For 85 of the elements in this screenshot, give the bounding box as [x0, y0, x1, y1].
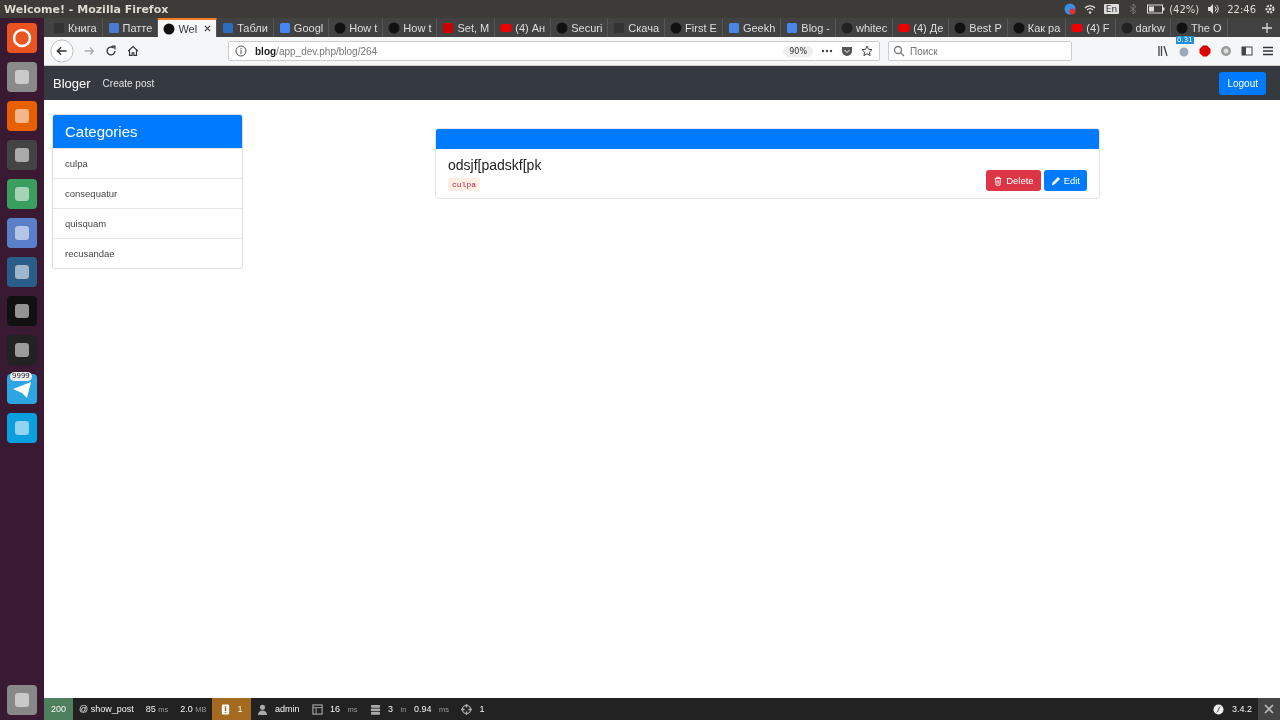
- close-icon[interactable]: [1258, 698, 1280, 720]
- home-button[interactable]: [126, 44, 140, 58]
- info-icon[interactable]: [235, 45, 247, 57]
- address-bar[interactable]: blog/app_dev.php/blog/264 90%: [228, 41, 880, 61]
- favicon-icon: [442, 21, 455, 34]
- delete-button[interactable]: Delete: [986, 170, 1041, 191]
- app-icon[interactable]: [6, 139, 38, 171]
- app-icon[interactable]: [6, 22, 38, 54]
- favicon-icon: [388, 21, 401, 34]
- keyboard-layout-indicator[interactable]: En: [1103, 4, 1120, 14]
- menu-icon[interactable]: [1262, 45, 1274, 57]
- favicon-icon: [556, 21, 569, 34]
- warnings-panel[interactable]: 1: [212, 698, 251, 720]
- close-tab-icon[interactable]: [204, 25, 212, 32]
- app-icon[interactable]: [6, 61, 38, 93]
- category-item[interactable]: quisquam: [53, 208, 242, 238]
- favicon-icon: [954, 21, 967, 34]
- volume-icon[interactable]: [1207, 3, 1220, 15]
- favicon-icon: [163, 22, 176, 35]
- favicon-icon: [334, 21, 347, 34]
- zoom-level[interactable]: 90%: [783, 45, 813, 57]
- battery-percentage: (42%): [1169, 3, 1200, 15]
- database-icon: [369, 703, 381, 715]
- favicon-icon: [727, 21, 740, 34]
- window-title: Welcome! - Mozilla Firefox: [4, 2, 169, 16]
- pocket-icon[interactable]: [841, 45, 853, 57]
- back-button[interactable]: [50, 39, 74, 63]
- paper-plane-icon[interactable]: [6, 373, 38, 405]
- favicon-icon: [670, 21, 683, 34]
- status-code[interactable]: 200: [44, 698, 74, 720]
- extension-icon[interactable]: [1220, 45, 1232, 57]
- search-field[interactable]: Поиск: [888, 41, 1072, 61]
- brand-link[interactable]: Bloger: [53, 75, 91, 91]
- app-icon[interactable]: [6, 684, 38, 716]
- battery-icon[interactable]: [1147, 4, 1166, 14]
- logout-button[interactable]: Logout: [1219, 71, 1266, 95]
- layout-icon: [311, 703, 323, 715]
- browser-tab[interactable]: Wel: [158, 18, 218, 37]
- wifi-icon[interactable]: [1083, 3, 1096, 15]
- user-icon: [256, 703, 268, 715]
- logo-icon: [1213, 703, 1225, 715]
- user-panel[interactable]: admin: [250, 698, 306, 720]
- favicon-icon: [1120, 21, 1133, 34]
- bookmark-star-icon[interactable]: [861, 45, 873, 57]
- favicon-icon: [1175, 21, 1188, 34]
- settings-icon[interactable]: [1264, 3, 1276, 15]
- card-title: Categories: [65, 123, 138, 140]
- library-icon[interactable]: [1157, 45, 1169, 57]
- app-icon[interactable]: [6, 334, 38, 366]
- app-icon[interactable]: [6, 295, 38, 327]
- app-icon[interactable]: [6, 412, 38, 444]
- warning-icon: [220, 703, 232, 715]
- route-name[interactable]: @ show_post: [73, 698, 140, 720]
- reload-button[interactable]: [104, 44, 118, 58]
- symfony-version[interactable]: 3.4.2: [1207, 698, 1258, 720]
- nav-link[interactable]: Create post: [102, 77, 155, 89]
- favicon-icon: [1071, 21, 1084, 34]
- category-item[interactable]: consequatur: [53, 178, 242, 208]
- pencil-icon: [1050, 175, 1061, 186]
- favicon-icon: [107, 21, 120, 34]
- favicon-icon: [841, 21, 854, 34]
- favicon-icon: [500, 21, 513, 34]
- search-icon: [893, 45, 905, 57]
- favicon-icon: [278, 21, 291, 34]
- app-icon[interactable]: [6, 256, 38, 288]
- notification-icon[interactable]: [1063, 3, 1076, 15]
- trash-icon: [993, 175, 1004, 186]
- favicon-icon: [1012, 21, 1025, 34]
- favicon-icon: [786, 21, 799, 34]
- category-item[interactable]: culpa: [53, 148, 242, 178]
- crosshair-icon: [460, 703, 472, 715]
- new-tab-icon[interactable]: [1262, 22, 1272, 33]
- category-item[interactable]: recusandae: [53, 238, 242, 268]
- favicon-icon: [898, 21, 911, 34]
- favicon-icon: [222, 21, 235, 34]
- clock[interactable]: 22:46: [1227, 3, 1256, 15]
- forms-panel[interactable]: 1: [454, 698, 491, 720]
- post-title: odsjf[padskf[pk: [448, 157, 542, 173]
- app-icon[interactable]: [6, 100, 38, 132]
- app-icon[interactable]: [6, 217, 38, 249]
- app-icon[interactable]: [6, 178, 38, 210]
- stop-sign-icon[interactable]: [1199, 45, 1211, 57]
- edit-button[interactable]: Edit: [1043, 170, 1087, 191]
- category-tag: culpa: [448, 178, 480, 191]
- sidebar-icon[interactable]: [1241, 45, 1253, 57]
